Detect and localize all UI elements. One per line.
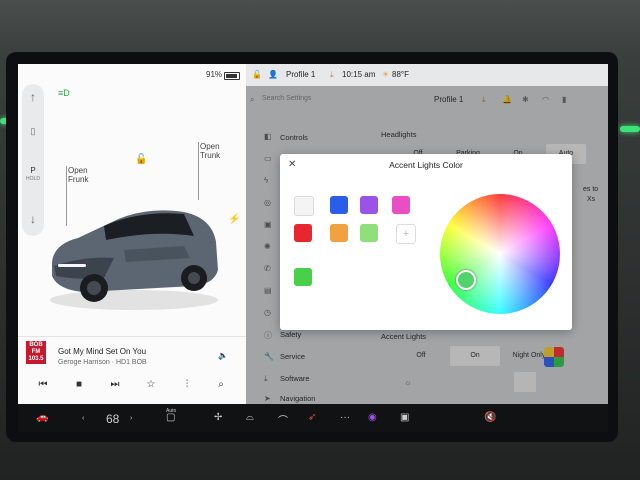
color-swatch[interactable] <box>294 268 312 286</box>
headlight-icon: ≡D <box>58 88 70 98</box>
song-title: Got My Mind Set On You <box>58 347 147 356</box>
lock-status-icon[interactable]: 🔓 <box>252 70 262 79</box>
frunk-text: Frunk <box>68 175 89 184</box>
defrost-rear-icon[interactable]: ⌒ <box>278 412 288 427</box>
fan-icon[interactable]: ✢ <box>214 412 222 423</box>
station-logo[interactable]: BOB FM 103.5 <box>26 341 46 364</box>
trunk-text: Trunk <box>200 151 221 160</box>
station-line-2: FM <box>31 349 41 355</box>
gear-hold: HOLD <box>26 176 40 182</box>
navigation-dock-icon[interactable]: ➶ <box>308 412 316 423</box>
ambient-light-right <box>620 126 640 132</box>
calendar-icon[interactable]: ▣ <box>400 412 409 423</box>
search-media-icon[interactable]: ⌕ <box>214 379 228 390</box>
color-wheel[interactable] <box>440 194 560 314</box>
color-swatch[interactable] <box>294 224 312 242</box>
arrow-up-icon[interactable]: ↑ <box>27 90 39 104</box>
previous-track-icon[interactable]: ⏮ <box>36 379 50 390</box>
trunk-open-text: Open <box>200 142 220 151</box>
battery-fill <box>226 74 237 78</box>
right-chevron-icon[interactable]: › <box>130 415 132 422</box>
defrost-front-icon[interactable]: ⌓ <box>246 412 254 423</box>
more-icon[interactable]: ··· <box>340 412 350 423</box>
trunk-label[interactable]: Open Trunk <box>200 142 220 160</box>
station-line-1: BOB <box>29 342 43 348</box>
bottom-dock: 🚗 ‹ 68 › Auto ▢ ✢ ⌓ ⌒ ➶ ··· ◉ ▣ 🔇 <box>18 404 608 432</box>
mute-icon[interactable]: 🔇 <box>484 412 496 423</box>
seat-heater-icon[interactable]: ▢ <box>166 412 175 423</box>
cabin-temp[interactable]: 68 <box>106 412 119 426</box>
color-swatch[interactable] <box>392 196 410 214</box>
color-swatch[interactable] <box>330 224 348 242</box>
modal-title: Accent Lights Color <box>389 160 463 170</box>
song-artist: Geroge Harrison · HD1 BOB <box>58 359 147 366</box>
gear-selector[interactable]: ↑ ▯ P HOLD ↓ <box>22 84 44 236</box>
download-icon[interactable]: ⤓ <box>330 70 334 80</box>
sun-icon: ☀ <box>382 70 390 79</box>
charge-port-icon[interactable]: ⚡ <box>228 214 240 225</box>
color-swatch[interactable] <box>330 196 348 214</box>
color-picker-knob[interactable] <box>456 270 476 290</box>
next-track-icon[interactable]: ⏭ <box>108 379 122 390</box>
stop-icon[interactable]: ■ <box>72 379 86 390</box>
status-profile[interactable]: Profile 1 <box>286 70 315 79</box>
app-icon[interactable]: ◉ <box>368 412 377 423</box>
frunk-open-text: Open <box>68 166 88 175</box>
color-swatch[interactable] <box>360 224 378 242</box>
left-chevron-icon[interactable]: ‹ <box>82 415 84 422</box>
arrow-down-icon[interactable]: ↓ <box>27 212 39 226</box>
volume-icon[interactable]: 🔈 <box>218 351 228 360</box>
car-dock-icon[interactable]: 🚗 <box>36 412 48 423</box>
favorite-icon[interactable]: ☆ <box>144 379 158 390</box>
equalizer-icon[interactable]: ⫶ <box>180 379 194 390</box>
status-bar: 🔓 👤 Profile 1 ⤓ 10:15 am ☀ 88°F <box>246 64 608 86</box>
profile-icon[interactable]: 👤 <box>268 70 278 79</box>
media-player: BOB FM 103.5 Got My Mind Set On You Gero… <box>18 336 246 405</box>
car-panel: 91% ↑ ▯ P HOLD ↓ ≡D Open Frunk Open Trun… <box>18 64 246 405</box>
color-swatch[interactable] <box>294 196 314 216</box>
battery-icon <box>224 72 240 80</box>
status-time: 10:15 am <box>342 70 376 79</box>
accent-color-modal: ✕ Accent Lights Color + <box>280 154 572 330</box>
car-top-icon: ▯ <box>30 126 36 136</box>
battery-percent: 91% <box>206 70 223 79</box>
station-line-3: 103.5 <box>28 356 44 362</box>
gear-p[interactable]: P <box>22 166 44 175</box>
color-swatch[interactable] <box>360 196 378 214</box>
lock-icon[interactable]: 🔓 <box>135 154 147 165</box>
add-color-button[interactable]: + <box>396 224 416 244</box>
frunk-label[interactable]: Open Frunk <box>68 166 88 184</box>
touchscreen: 91% ↑ ▯ P HOLD ↓ ≡D Open Frunk Open Trun… <box>18 64 608 432</box>
status-temp: 88°F <box>392 70 409 79</box>
car-image <box>50 210 218 310</box>
